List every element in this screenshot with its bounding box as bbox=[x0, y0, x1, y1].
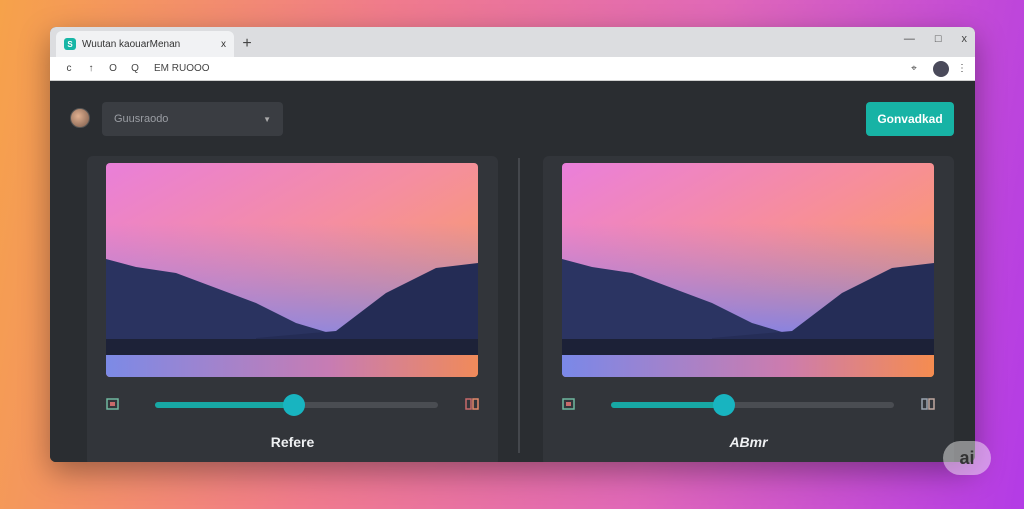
before-caption: Refere bbox=[270, 434, 315, 450]
user-avatar[interactable] bbox=[70, 108, 90, 128]
before-slider[interactable] bbox=[155, 394, 438, 416]
extension-icon[interactable]: ⌖ bbox=[903, 63, 925, 74]
favicon-icon: S bbox=[64, 38, 76, 50]
image-icon[interactable] bbox=[105, 396, 121, 412]
panel-divider[interactable] bbox=[518, 158, 520, 453]
ai-badge[interactable]: ai bbox=[943, 441, 991, 475]
slider-thumb[interactable] bbox=[282, 394, 305, 416]
primary-action-button[interactable]: Gonvadkad bbox=[866, 102, 954, 136]
minimize-button[interactable]: — bbox=[904, 33, 915, 45]
reload-button[interactable]: O bbox=[102, 63, 124, 74]
slider-fill bbox=[155, 402, 294, 408]
dropdown-label: Guusraodo bbox=[114, 113, 169, 125]
browser-tab[interactable]: S Wuutan kaouarMenan x bbox=[56, 31, 234, 57]
window-controls: — □ x bbox=[904, 33, 967, 45]
profile-avatar[interactable] bbox=[933, 60, 949, 77]
url-field[interactable]: EM RUOOO bbox=[154, 63, 903, 74]
after-slider[interactable] bbox=[611, 394, 894, 416]
forward-button[interactable]: ↑ bbox=[80, 63, 102, 74]
after-panel: ABmr bbox=[543, 156, 954, 462]
browser-menu-icon[interactable]: ⋮ bbox=[957, 63, 967, 74]
tab-title: Wuutan kaouarMenan bbox=[82, 38, 181, 50]
back-button[interactable]: c bbox=[58, 63, 80, 74]
after-caption: ABmr bbox=[729, 434, 768, 450]
chevron-down-icon: ▼ bbox=[263, 114, 271, 124]
close-window-button[interactable]: x bbox=[962, 33, 968, 45]
preset-dropdown[interactable]: Guusraodo ▼ bbox=[102, 102, 283, 136]
new-tab-button[interactable]: + bbox=[234, 31, 260, 57]
compare-icon[interactable] bbox=[920, 396, 936, 412]
after-controls bbox=[561, 392, 936, 418]
before-controls bbox=[105, 392, 480, 418]
slider-thumb[interactable] bbox=[713, 394, 736, 416]
browser-window: S Wuutan kaouarMenan x + — □ x c ↑ O Q E… bbox=[50, 27, 975, 462]
landscape-image-after bbox=[562, 163, 934, 377]
app-content: Guusraodo ▼ Gonvadkad Refere ABmr bbox=[50, 81, 975, 462]
tab-bar: S Wuutan kaouarMenan x + — □ x bbox=[50, 27, 975, 57]
before-panel: Refere bbox=[87, 156, 498, 462]
address-bar: c ↑ O Q EM RUOOO ⌖ ⋮ bbox=[50, 57, 975, 81]
maximize-button[interactable]: □ bbox=[935, 33, 942, 45]
app-toolbar: Guusraodo ▼ Gonvadkad bbox=[70, 102, 955, 136]
image-icon[interactable] bbox=[561, 396, 577, 412]
landscape-image-before bbox=[106, 163, 478, 377]
search-icon[interactable]: Q bbox=[124, 63, 146, 74]
compare-icon[interactable] bbox=[464, 396, 480, 412]
slider-fill bbox=[611, 402, 725, 408]
tab-close-icon[interactable]: x bbox=[221, 39, 226, 50]
